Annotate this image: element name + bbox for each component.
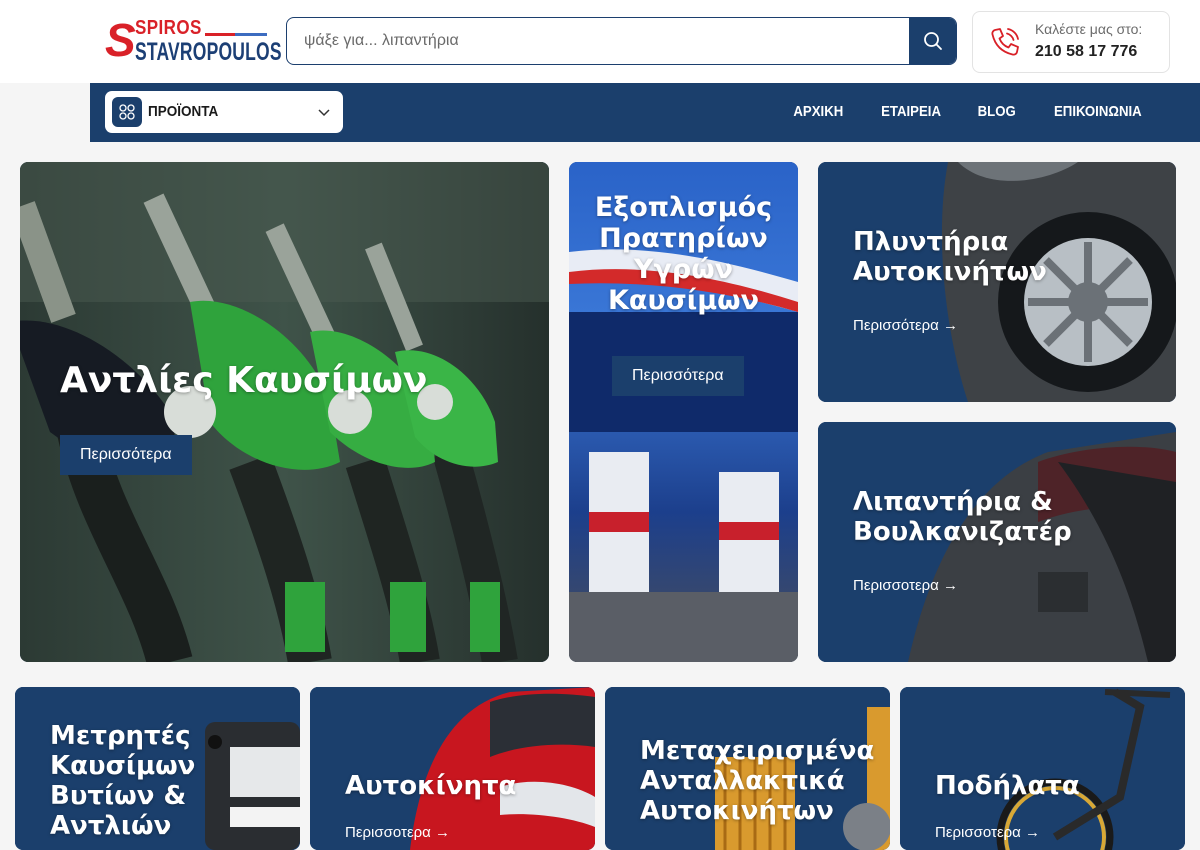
card-used-parts[interactable]: Μεταχειρισμένα Ανταλλακτικά Αυτοκινήτων: [605, 687, 890, 850]
card-station-equipment[interactable]: Εξοπλισμός Πρατηρίων Υγρών Καυσίμων Περι…: [569, 162, 798, 662]
chevron-down-icon: [318, 109, 330, 117]
search-box: [286, 17, 957, 65]
card-title: Λιπαντήρια & Βουλκανιζατέρ: [853, 487, 1072, 547]
products-label: ΠΡΟΪΟΝΤΑ: [148, 103, 219, 120]
card-title: Μεταχειρισμένα Ανταλλακτικά Αυτοκινήτων: [640, 736, 875, 826]
nav-menu: ΑΡΧΙΚΗ ΕΤΑΙΡΕΙΑ BLOG ΕΠΙΚΟΙΝΩΝΙΑ: [790, 103, 1148, 120]
card-title: Εξοπλισμός Πρατηρίων Υγρών Καυσίμων: [594, 192, 773, 317]
card-title: Πλυντήρια Αυτοκινήτων: [853, 227, 1047, 287]
card-title: Αντλίες Καυσίμων: [60, 360, 428, 401]
logo-bar-blue: [235, 33, 267, 36]
more-link[interactable]: Περισσοτερα →: [935, 824, 1040, 841]
card-car-wash[interactable]: Πλυντήρια Αυτοκινήτων Περισσότερα →: [818, 162, 1176, 402]
phone-number[interactable]: 210 58 17 776: [1035, 43, 1137, 61]
card-fuel-pumps[interactable]: Αντλίες Καυσίμων Περισσότερα: [20, 162, 549, 662]
products-dropdown[interactable]: ΠΡΟΪΟΝΤΑ: [105, 91, 343, 133]
card-title: Ποδήλατα: [935, 771, 1080, 801]
phone-icon: [991, 28, 1019, 56]
more-link[interactable]: Περισσοτερα →: [853, 577, 958, 594]
more-button[interactable]: Περισσότερα: [60, 435, 192, 475]
logo-bottom-text: STAVROPOULOS: [135, 38, 282, 66]
nav-link-contact[interactable]: ΕΠΙΚΟΙΝΩΝΙΑ: [1054, 103, 1142, 120]
more-link[interactable]: Περισσοτερα →: [345, 824, 450, 841]
call-label: Καλέστε μας στο:: [1035, 21, 1143, 37]
card-cars[interactable]: Αυτοκίνητα Περισσοτερα →: [310, 687, 595, 850]
card-title: Αυτοκίνητα: [345, 771, 517, 801]
card-meters[interactable]: Μετρητές Καυσίμων Βυτίων & Αντλιών: [15, 687, 300, 850]
card-bicycles[interactable]: Ποδήλατα Περισσοτερα →: [900, 687, 1185, 850]
more-link[interactable]: Περισσότερα →: [853, 317, 958, 334]
nav-link-blog[interactable]: BLOG: [978, 103, 1016, 120]
fuel-nozzles-image: [20, 162, 549, 662]
call-box[interactable]: Καλέστε μας στο: 210 58 17 776: [972, 11, 1170, 73]
search-button[interactable]: [909, 18, 956, 64]
card-lubricators[interactable]: Λιπαντήρια & Βουλκανιζατέρ Περισσοτερα →: [818, 422, 1176, 662]
search-input[interactable]: [287, 18, 909, 64]
search-icon: [923, 32, 942, 50]
nav-link-company[interactable]: ΕΤΑΙΡΕΙΑ: [881, 103, 941, 120]
logo-s-mark: S: [105, 14, 136, 66]
logo-top-text: SPIROS: [135, 17, 202, 39]
top-header: S SPIROS STAVROPOULOS Καλέστε μας στο: 2…: [0, 0, 1200, 83]
grid-icon: [112, 97, 142, 127]
site-logo[interactable]: S SPIROS STAVROPOULOS: [105, 14, 282, 66]
more-button[interactable]: Περισσότερα: [612, 356, 744, 396]
card-title: Μετρητές Καυσίμων Βυτίων & Αντλιών: [50, 721, 196, 841]
main-nav: ΠΡΟΪΟΝΤΑ ΑΡΧΙΚΗ ΕΤΑΙΡΕΙΑ BLOG ΕΠΙΚΟΙΝΩΝΙ…: [90, 83, 1200, 142]
nav-link-home[interactable]: ΑΡΧΙΚΗ: [794, 103, 844, 120]
